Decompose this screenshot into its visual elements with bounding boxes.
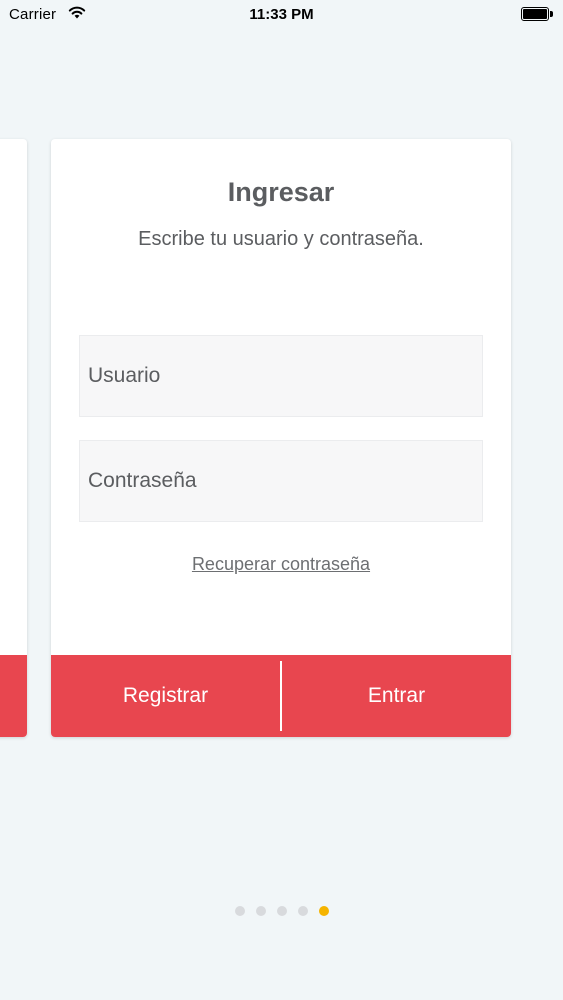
card-footer: Registrar Entrar bbox=[51, 655, 511, 737]
status-bar: Carrier 11:33 PM bbox=[0, 0, 563, 30]
clock: 11:33 PM bbox=[249, 6, 314, 23]
battery-icon bbox=[521, 7, 553, 21]
password-input[interactable] bbox=[79, 440, 483, 522]
login-screen: Carrier 11:33 PM Ingresar Escribe tu usu… bbox=[0, 0, 563, 1000]
page-dot[interactable] bbox=[234, 906, 245, 916]
page-dot[interactable] bbox=[255, 906, 266, 916]
page-indicator bbox=[0, 906, 563, 916]
page-title: Ingresar bbox=[227, 177, 335, 207]
enter-button[interactable]: Entrar bbox=[282, 655, 511, 737]
previous-card[interactable] bbox=[0, 139, 27, 737]
page-subtitle: Escribe tu usuario y contraseña. bbox=[138, 228, 424, 250]
page-dot[interactable] bbox=[318, 906, 329, 916]
page-dot[interactable] bbox=[276, 906, 287, 916]
login-card: Ingresar Escribe tu usuario y contraseña… bbox=[51, 139, 511, 737]
username-input[interactable] bbox=[79, 335, 483, 417]
register-button[interactable]: Registrar bbox=[51, 655, 280, 737]
page-dot[interactable] bbox=[297, 906, 308, 916]
recover-password-link[interactable]: Recuperar contraseña bbox=[51, 554, 511, 575]
previous-card-footer bbox=[0, 655, 27, 737]
